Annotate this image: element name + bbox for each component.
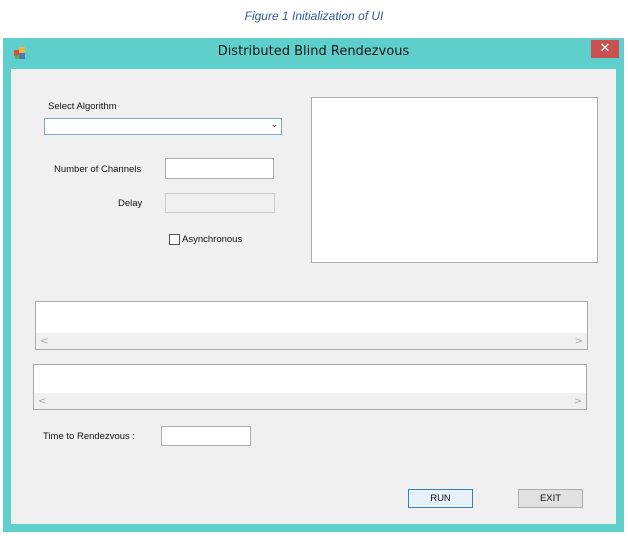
chevron-down-icon[interactable]: ⌄ <box>270 120 278 130</box>
scroll-right-icon[interactable]: > <box>574 396 582 407</box>
app-window: Distributed Blind Rendezvous ✕ Select Al… <box>3 38 624 532</box>
output-panel[interactable] <box>311 97 598 263</box>
asynchronous-label[interactable]: Asynchronous <box>182 234 242 245</box>
delay-input[interactable] <box>165 193 275 213</box>
client-area: Select Algorithm ⌄ Number of Channels De… <box>11 69 616 524</box>
delay-label: Delay <box>118 198 143 209</box>
figure-caption: Figure 1 Initialization of UI <box>244 9 384 23</box>
channels-label: Number of Channels <box>54 164 142 175</box>
title-bar[interactable]: Distributed Blind Rendezvous ✕ <box>3 38 624 66</box>
log-box-1[interactable]: < > <box>35 301 588 350</box>
time-to-rendezvous-label: Time to Rendezvous : <box>43 431 136 442</box>
horizontal-scrollbar[interactable]: < > <box>36 333 587 349</box>
close-button[interactable]: ✕ <box>591 40 619 58</box>
scroll-left-icon[interactable]: < <box>38 396 46 407</box>
time-to-rendezvous-input[interactable] <box>161 426 251 446</box>
window-title: Distributed Blind Rendezvous <box>217 44 410 59</box>
algorithm-dropdown[interactable]: ⌄ <box>44 118 282 135</box>
run-button[interactable]: RUN <box>408 489 473 508</box>
asynchronous-checkbox[interactable] <box>169 234 180 245</box>
log-box-2[interactable]: < > <box>33 364 587 410</box>
select-algorithm-label: Select Algorithm <box>48 101 117 112</box>
horizontal-scrollbar[interactable]: < > <box>34 393 586 409</box>
exit-button[interactable]: EXIT <box>518 489 583 508</box>
scroll-right-icon[interactable]: > <box>575 336 583 347</box>
channels-input[interactable] <box>165 158 274 179</box>
scroll-left-icon[interactable]: < <box>40 336 48 347</box>
